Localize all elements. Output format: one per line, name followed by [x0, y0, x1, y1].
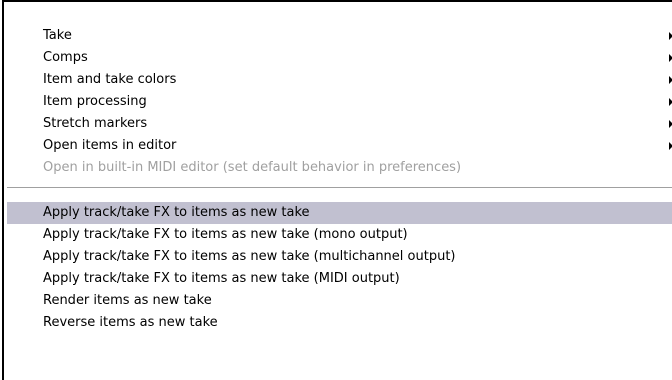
menu-item-apply-fx-new-take-multichannel[interactable]: Apply track/take FX to items as new take…: [7, 246, 672, 268]
menu-item-item-processing[interactable]: Item processing: [7, 91, 672, 113]
menu-item-apply-fx-new-take-midi[interactable]: Apply track/take FX to items as new take…: [7, 268, 672, 290]
menu-item-label: Render items as new take: [43, 293, 212, 308]
menu-item-label: Take: [43, 28, 72, 43]
menu-item-reverse-items-new-take[interactable]: Reverse items as new take: [7, 312, 672, 334]
menu-item-label: Open in built-in MIDI editor (set defaul…: [43, 160, 462, 175]
menu-item-label: Apply track/take FX to items as new take: [43, 205, 310, 220]
menu-item-open-items-in-editor[interactable]: Open items in editor: [7, 135, 672, 157]
menu-separator: [7, 187, 672, 189]
menu-item-label: Open items in editor: [43, 138, 177, 153]
menu-item-apply-fx-new-take-mono[interactable]: Apply track/take FX to items as new take…: [7, 224, 672, 246]
menu-item-item-and-take-colors[interactable]: Item and take colors: [7, 69, 672, 91]
menu-item-label: Comps: [43, 50, 88, 65]
menu-item-label: Apply track/take FX to items as new take…: [43, 249, 456, 264]
menu-item-comps[interactable]: Comps: [7, 47, 672, 69]
menu-item-label: Reverse items as new take: [43, 315, 218, 330]
menu-item-stretch-markers[interactable]: Stretch markers: [7, 113, 672, 135]
menu-item-label: Stretch markers: [43, 116, 148, 131]
menu-item-open-in-midi-editor: Open in built-in MIDI editor (set defaul…: [7, 157, 672, 179]
menu-item-label: Apply track/take FX to items as new take…: [43, 271, 400, 286]
context-menu: Take Comps Item and take colors Item pro…: [2, 0, 672, 380]
menu-item-take[interactable]: Take: [7, 25, 672, 47]
menu-item-render-items-new-take[interactable]: Render items as new take: [7, 290, 672, 312]
menu-item-label: Item processing: [43, 94, 147, 109]
menu-item-label: Item and take colors: [43, 72, 177, 87]
menu-item-apply-fx-new-take[interactable]: Apply track/take FX to items as new take: [7, 202, 672, 224]
menu-item-label: Apply track/take FX to items as new take…: [43, 227, 408, 242]
